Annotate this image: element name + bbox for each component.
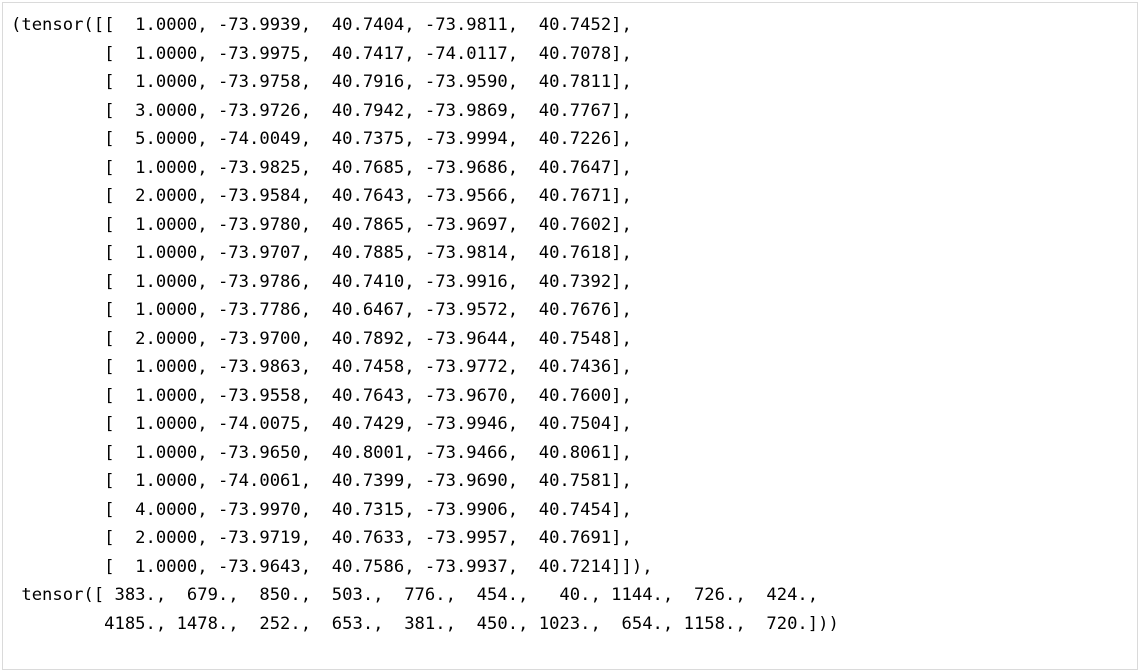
tensor-output-cell: (tensor([[ 1.0000, -73.9939, 40.7404, -7…	[2, 2, 1138, 670]
